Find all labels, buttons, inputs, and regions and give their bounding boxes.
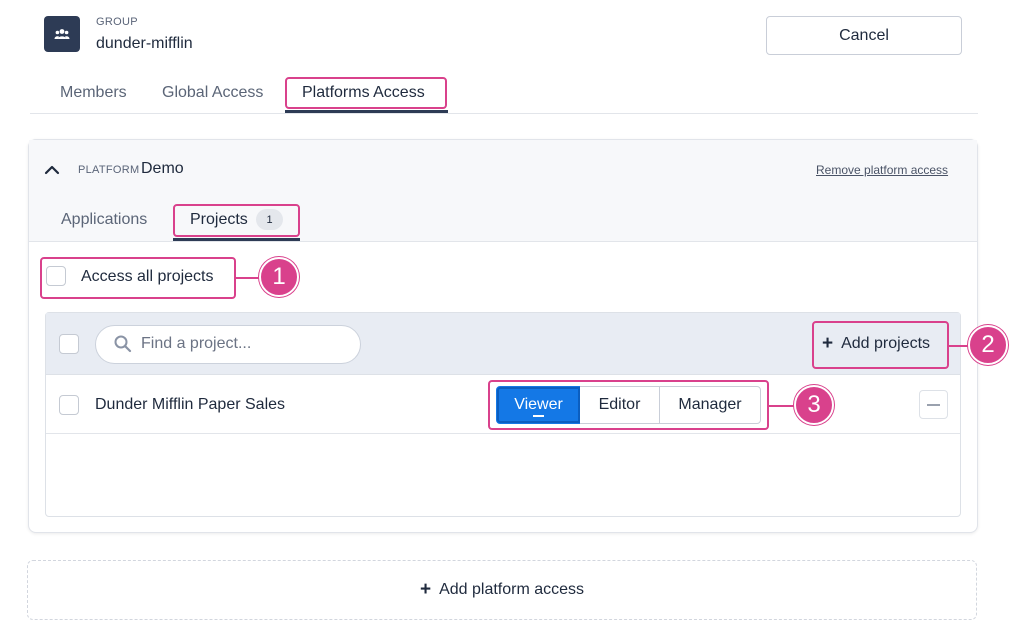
annotation-badge-3: 3: [794, 385, 834, 425]
active-subtab-indicator: [173, 238, 300, 241]
annotation-connector-1: [236, 277, 260, 279]
subtab-applications[interactable]: Applications: [61, 211, 147, 229]
annotation-connector-3: [769, 405, 795, 407]
project-row-checkbox[interactable]: [59, 395, 79, 415]
tab-members[interactable]: Members: [60, 84, 127, 102]
group-kicker: GROUP: [96, 16, 138, 28]
highlight-projects-tab: [173, 204, 300, 237]
platform-name: Demo: [141, 160, 184, 177]
plus-icon: +: [419, 579, 432, 600]
highlight-add-projects: [812, 321, 949, 369]
search-placeholder: Find a project...: [141, 335, 252, 352]
cancel-button[interactable]: Cancel: [766, 16, 962, 55]
add-platform-access-label: Add platform access: [439, 581, 585, 598]
platform-kicker: PLATFORM: [78, 164, 140, 176]
select-all-projects-checkbox[interactable]: [59, 334, 79, 354]
chevron-up-icon[interactable]: [44, 163, 60, 177]
remove-platform-access-link[interactable]: Remove platform access: [816, 163, 948, 177]
highlight-platforms-tab: [285, 77, 447, 109]
active-tab-indicator: [285, 110, 448, 113]
users-icon: [54, 29, 70, 39]
search-icon: [114, 335, 132, 353]
row-divider: [46, 433, 960, 434]
highlight-access-all: [40, 257, 236, 299]
annotation-connector-2: [949, 345, 969, 347]
annotation-badge-2: 2: [968, 325, 1008, 365]
add-platform-access-button[interactable]: + Add platform access: [27, 560, 977, 620]
project-name: Dunder Mifflin Paper Sales: [95, 396, 286, 413]
annotation-badge-1: 1: [259, 257, 299, 297]
group-name: dunder-mifflin: [96, 35, 193, 52]
remove-project-button[interactable]: [919, 390, 948, 419]
platform-card-header: [29, 140, 977, 242]
highlight-role-selector: [488, 380, 769, 430]
group-avatar: [44, 16, 80, 52]
minus-icon: [927, 403, 940, 406]
tab-global-access[interactable]: Global Access: [162, 84, 263, 102]
tabs-divider: [30, 113, 978, 114]
